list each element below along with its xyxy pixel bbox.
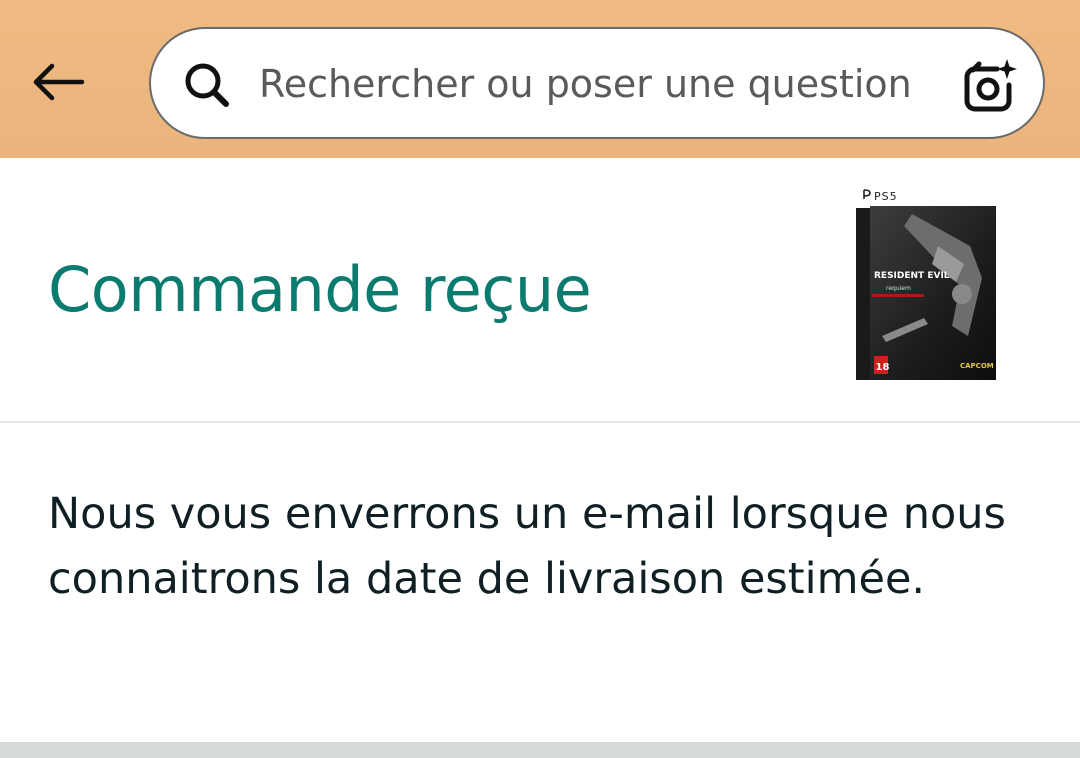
delivery-message: Nous vous enverrons un e-mail lorsque no… (48, 489, 1006, 604)
platform-label: PS5 (874, 190, 898, 203)
order-status-section: Commande reçue PS5 RESIDENT EVIL requiem… (0, 158, 1080, 422)
search-input[interactable] (259, 51, 929, 117)
divider (0, 421, 1080, 423)
age-rating: 18 (876, 362, 890, 373)
top-header (0, 0, 1080, 158)
publisher-label: CAPCOM (960, 362, 994, 370)
arrow-left-icon (33, 63, 85, 101)
search-bar[interactable] (149, 27, 1045, 139)
section-separator (0, 742, 1080, 758)
camera-sparkle-icon[interactable] (959, 57, 1017, 113)
game-title: RESIDENT EVIL (874, 271, 950, 281)
search-icon[interactable] (181, 59, 233, 111)
game-subtitle: requiem (886, 285, 911, 292)
product-thumbnail[interactable]: PS5 RESIDENT EVIL requiem 18 CAPCOM (852, 186, 1000, 382)
order-status-title: Commande reçue (48, 253, 592, 326)
back-button[interactable] (22, 50, 94, 114)
